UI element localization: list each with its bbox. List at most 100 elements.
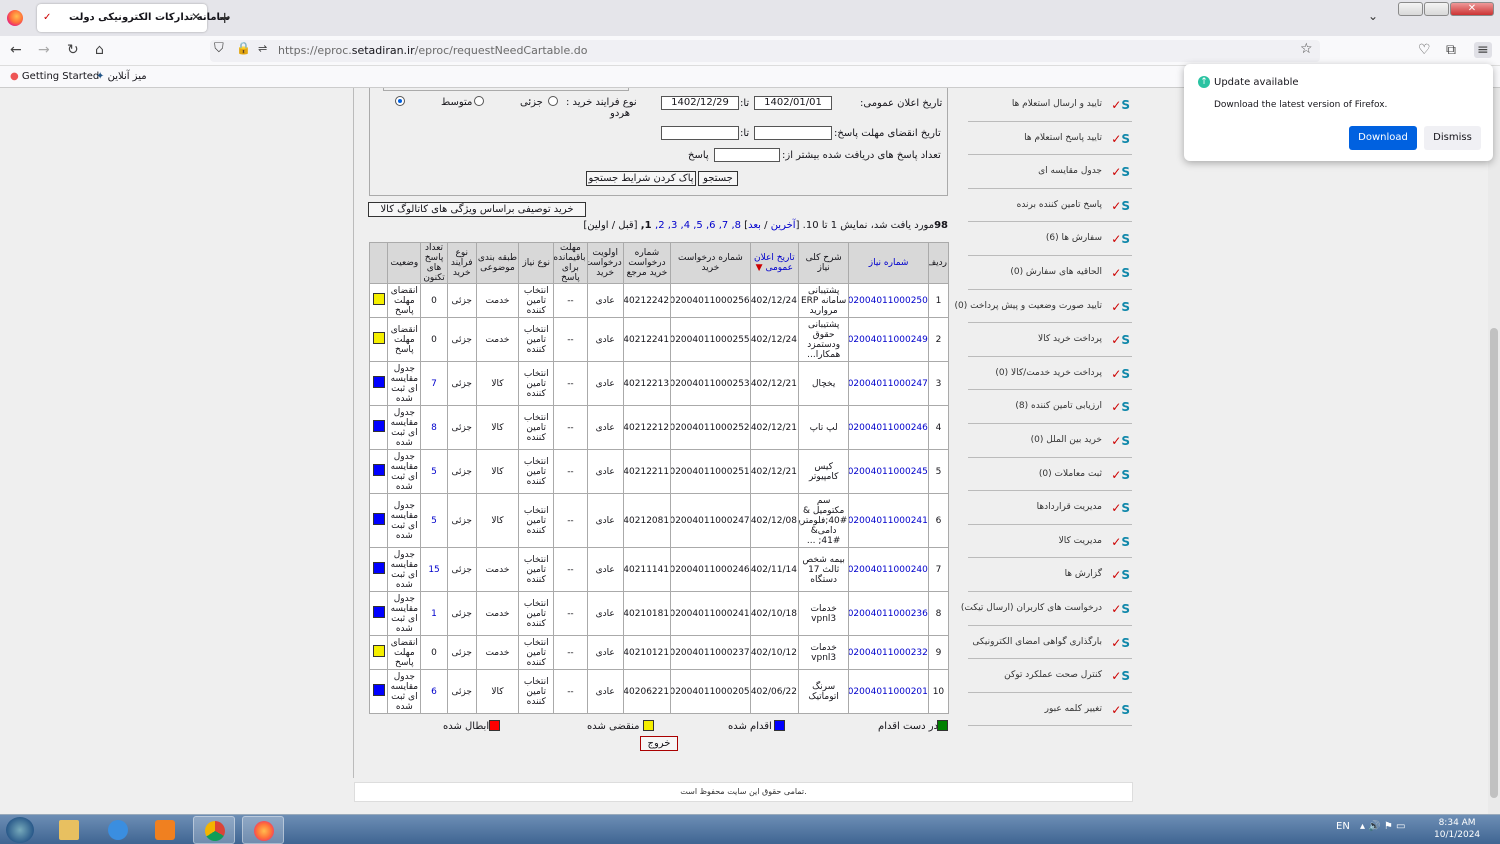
lock-icon[interactable]: 🔒 [236,41,251,55]
dismiss-button[interactable]: Dismiss [1424,126,1481,150]
sidebar-item[interactable]: S✓ ثبت معاملات (0) [968,458,1132,492]
sidebar-item[interactable]: S✓ تایید صورت وضعیت و پیش پرداخت (0) [954,290,1132,324]
responses-count-text[interactable]: 15 [428,565,439,575]
deadline-from-input[interactable] [754,126,832,140]
sidebar-item[interactable]: S✓ کنترل صحت عملکرد توکن [968,659,1132,693]
sidebar-item[interactable]: S✓ پاسخ تامین کننده برنده [968,189,1132,223]
sidebar-item[interactable]: S✓ تایید و ارسال استعلام ها [968,88,1132,122]
form-fieldset-edge [383,88,629,91]
firefox-taskbar-icon[interactable] [242,816,284,844]
explorer-taskbar-icon[interactable] [48,816,90,844]
need-number-link[interactable]: 1102004011000245 [848,449,929,494]
menu-icon[interactable]: ≡ [1474,42,1492,58]
media-player-taskbar-icon[interactable] [144,816,186,844]
extensions-icon[interactable]: ⧉ [1446,42,1456,58]
sidebar-item[interactable]: S✓ مدیریت کالا [968,525,1132,559]
back-icon[interactable]: ← [10,42,22,58]
need-number-link[interactable]: 1102004011000241 [848,493,929,548]
partial-radio[interactable] [548,96,558,106]
need-number-link[interactable]: 1102004011000232 [848,635,929,670]
sidebar-item[interactable]: S✓ مدیریت قراردادها [968,491,1132,525]
sidebar-item[interactable]: S✓ جدول مقایسه ای [968,155,1132,189]
responses-count-text[interactable]: 5 [431,516,437,526]
clock[interactable]: 8:34 AM 10/1/2024 [1434,817,1480,841]
sidebar-item[interactable]: S✓ ارزیابی تامین کننده (8) [968,390,1132,424]
browser-tab[interactable]: ✓ سامانه تدارکات الکترونیکی دولت ✕ [37,4,230,32]
new-tab-icon[interactable]: + [218,8,231,27]
language-indicator[interactable]: EN [1336,821,1350,832]
col-announce-date[interactable]: تاریخ اعلان عمومی ▼ [749,242,799,284]
forward-icon[interactable]: → [38,42,50,58]
deadline-to-input[interactable] [661,126,739,140]
need-number-link-text[interactable]: 1102004011000201 [850,687,928,697]
need-number-link[interactable]: 1102004011000201 [848,669,929,714]
download-button[interactable]: Download [1349,126,1417,150]
need-number-link-text[interactable]: 1102004011000249 [850,335,928,345]
sidebar-item[interactable]: S✓ پرداخت خرید خدمت/کالا (0) [968,357,1132,391]
sidebar-item[interactable]: S✓ سفارش ها (6) [968,222,1132,256]
scrollbar-thumb[interactable] [1490,328,1498,798]
exit-button[interactable]: خروج [640,736,678,751]
search-button[interactable]: جستجو [698,171,738,186]
need-number-link[interactable]: 1102004011000247 [848,361,929,406]
maximize-button[interactable] [1424,2,1449,16]
need-number-link-text[interactable]: 1102004011000245 [850,467,928,477]
col-need-number[interactable]: شماره نیاز [848,242,929,284]
need-number-link-text[interactable]: 1102004011000246 [850,423,928,433]
home-icon[interactable]: ⌂ [95,42,104,58]
need-number-link-text[interactable]: 1102004011000236 [850,609,928,619]
need-number-link-text[interactable]: 1102004011000241 [850,516,928,526]
close-tab-icon[interactable]: ✕ [191,10,201,24]
next-page-link[interactable]: بعد [748,220,761,231]
need-number-link-text[interactable]: 1102004011000247 [850,379,928,389]
close-window-button[interactable]: ✕ [1450,2,1494,16]
responses-count-text[interactable]: 5 [431,467,437,477]
need-number-link-text[interactable]: 1102004011000250 [850,296,928,306]
last-page-link[interactable]: آخرین [771,220,796,231]
scrollbar[interactable] [1488,88,1500,814]
firefox-view-icon[interactable] [7,10,23,26]
responses-count-text[interactable]: 8 [431,423,437,433]
sidebar-item[interactable]: S✓ تایید پاسخ استعلام ها [968,122,1132,156]
announce-to-input[interactable]: 1402/12/29 [661,96,739,110]
medium-radio[interactable] [474,96,484,106]
need-number-link[interactable]: 1102004011000236 [848,591,929,636]
status-color-cell [368,405,389,450]
catalog-purchase-button[interactable]: خرید توصیفی براساس ویژگی های کاتالوگ کال… [368,202,586,217]
pocket-icon[interactable]: ♡ [1418,42,1431,58]
bookmark-getting-started[interactable]: ● Getting Started [10,71,99,82]
sidebar-item[interactable]: S✓ تغییر کلمه عبور [968,693,1132,727]
bookmark-star-icon[interactable]: ☆ [1300,41,1313,57]
reload-icon[interactable]: ↻ [67,42,79,58]
responses-count-text[interactable]: 1 [431,609,437,619]
clear-search-button[interactable]: پاک کردن شرایط جستجو [586,171,696,186]
sidebar-item[interactable]: S✓ پرداخت خرید کالا [968,323,1132,357]
sidebar-item[interactable]: S✓ خرید بین الملل (0) [968,424,1132,458]
need-number-link[interactable]: 1102004011000249 [848,317,929,362]
sidebar-item[interactable]: S✓ گزارش ها [968,558,1132,592]
sidebar-item[interactable]: S✓ الحاقیه های سفارش (0) [968,256,1132,290]
need-number-link-text[interactable]: 1102004011000240 [850,565,928,575]
responses-input[interactable] [714,148,780,162]
responses-count-text[interactable]: 7 [431,379,437,389]
tray-icons[interactable]: ▴ 🔊 ⚑ ▭ [1360,821,1405,832]
announce-from-input[interactable]: 1402/01/01 [754,96,832,110]
page-links[interactable]: 8, 7, 6, 5, 4, 3, 2, [655,220,741,231]
chevron-down-icon[interactable]: ⌄ [1368,9,1378,23]
need-number-link[interactable]: 1102004011000240 [848,547,929,592]
start-button[interactable] [6,817,34,843]
shield-icon[interactable]: ⛉ [214,41,224,56]
responses-count-text[interactable]: 6 [431,687,437,697]
need-number-link[interactable]: 1102004011000246 [848,405,929,450]
both-radio[interactable] [395,96,405,106]
need-number-link[interactable]: 1102004011000250 [848,283,929,318]
permissions-icon[interactable]: ⇌ [258,42,267,55]
chrome-taskbar-icon[interactable] [193,816,235,844]
url-bar[interactable]: ⛉ 🔒 ⇌ https://eproc.setadiran.ir/eproc/r… [210,40,1320,62]
bookmark-mizonline[interactable]: ✦ میز آنلاین [96,71,147,82]
ie-taskbar-icon[interactable] [97,816,139,844]
sidebar-item[interactable]: S✓ درخواست های کاربران (ارسال تیکت) [961,592,1132,626]
sidebar-item[interactable]: S✓ بارگذاری گواهی امضای الکترونیکی [968,626,1132,660]
minimize-button[interactable] [1398,2,1423,16]
need-number-link-text[interactable]: 1102004011000232 [850,648,928,658]
